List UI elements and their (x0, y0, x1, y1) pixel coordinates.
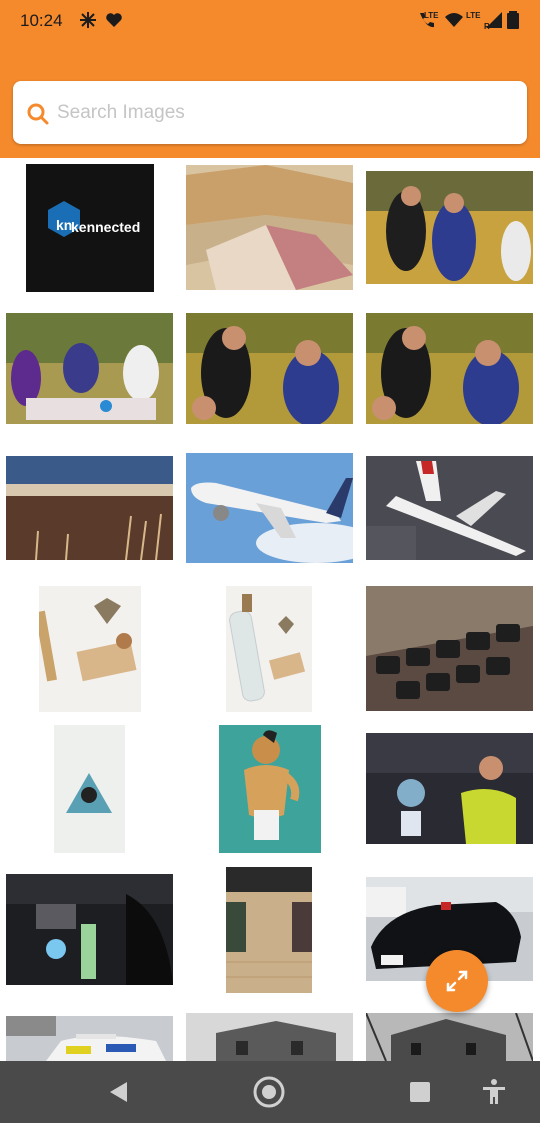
lte-label: LTE (424, 11, 439, 20)
status-bar: 10:24 LTE LTE R (0, 0, 540, 44)
airplane-ground-image (366, 456, 533, 560)
search-input[interactable] (57, 93, 507, 133)
image-tile[interactable] (366, 313, 533, 424)
image-tile[interactable] (226, 586, 312, 712)
kennected-logo-text: kennected (71, 219, 141, 235)
sunset-field-image (6, 456, 173, 560)
flat-lay-note-image (39, 586, 141, 712)
image-tile[interactable] (186, 165, 353, 290)
image-tile[interactable] (6, 1016, 173, 1061)
dark-room-hologram-image (6, 874, 173, 985)
image-tile[interactable] (54, 725, 125, 853)
home-icon[interactable] (253, 1076, 285, 1108)
svg-text:kn: kn (56, 217, 72, 233)
battery-icon (507, 11, 519, 29)
expand-icon (446, 970, 468, 992)
image-tile[interactable] (226, 867, 312, 993)
image-tile[interactable] (39, 586, 141, 712)
accessibility-icon[interactable] (478, 1076, 510, 1108)
image-tile[interactable] (366, 1013, 533, 1061)
muscular-man-illustration-image (219, 725, 321, 853)
food-sandwich-image (186, 165, 353, 290)
image-tile[interactable] (6, 456, 173, 560)
image-tile[interactable] (186, 1013, 353, 1061)
old-house-bw-image (186, 1013, 353, 1061)
laptop-keyboard-image (366, 586, 533, 711)
image-tile[interactable] (366, 586, 533, 711)
expand-fab-button[interactable] (426, 950, 488, 1012)
back-icon[interactable] (103, 1076, 135, 1108)
airplane-sky-image (186, 453, 353, 563)
fan-icon (80, 12, 96, 28)
navigation-bar (0, 1061, 540, 1123)
lte-label-2: LTE (466, 11, 481, 20)
image-tile[interactable] (186, 453, 353, 563)
image-grid: kn kennected (0, 158, 540, 1061)
old-house-dark-image (366, 1013, 533, 1061)
wifi-icon (445, 13, 463, 27)
image-tile[interactable] (6, 874, 173, 985)
image-tile[interactable] (366, 456, 533, 560)
image-tile[interactable] (366, 171, 533, 284)
heart-icon (106, 13, 122, 27)
couple-feeding-kid-2-image (366, 313, 533, 424)
status-time: 10:24 (20, 11, 63, 30)
couple-feeding-image (366, 171, 533, 284)
search-bar[interactable] (13, 81, 527, 144)
image-tile[interactable] (366, 733, 533, 844)
man-hologram-image (366, 733, 533, 844)
police-car-image (6, 1016, 173, 1061)
search-icon (27, 103, 49, 125)
image-tile[interactable] (219, 725, 321, 853)
image-tile[interactable] (6, 313, 173, 424)
supermarket-aisle-image (226, 867, 312, 993)
image-tile[interactable] (186, 313, 353, 424)
image-tile[interactable]: kn kennected (26, 164, 154, 292)
friends-picnic-image (6, 313, 173, 424)
bottle-note-image (226, 586, 312, 712)
signal-icon (486, 12, 502, 28)
triangle-portrait-image (54, 725, 125, 853)
recents-icon[interactable] (404, 1076, 436, 1108)
couple-feeding-kid-image (186, 313, 353, 424)
